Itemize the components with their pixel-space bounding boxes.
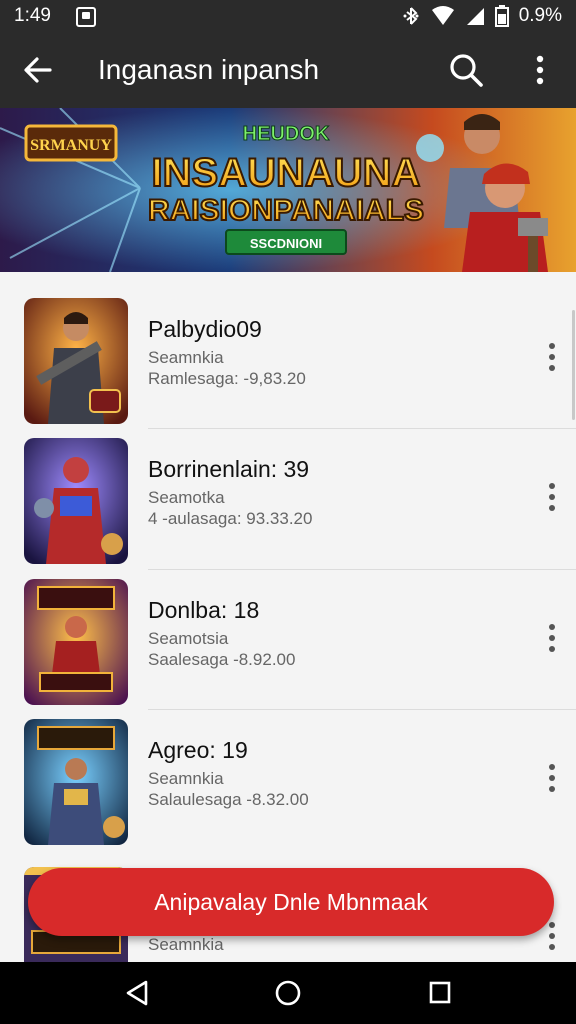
list-item[interactable]: Borrinenlain: 39 Seamotka 4 ‑aulasaga: 9…: [0, 412, 576, 564]
back-nav-icon[interactable]: [124, 979, 150, 1007]
kebab-icon[interactable]: [544, 623, 560, 653]
kebab-icon[interactable]: [544, 921, 560, 951]
status-time: 1:49: [14, 5, 51, 26]
game-thumbnail: [24, 438, 128, 564]
recents-nav-icon[interactable]: [428, 979, 452, 1007]
item-title: Donlba: 18: [148, 597, 260, 623]
item-title: Agreo: 19: [148, 737, 248, 763]
status-bar: 1:49 0.9%: [0, 0, 576, 32]
battery-icon: [494, 5, 509, 27]
item-title: Borrinenlain: 39: [148, 456, 310, 482]
item-title: Palbydio09: [148, 316, 262, 342]
kebab-icon[interactable]: [544, 342, 560, 372]
item-subtitle: Seamnkia: [148, 348, 224, 367]
promo-banner[interactable]: SRMANUY HEUDOK INSAUNAUNA RAISIONPANAIAL…: [0, 108, 576, 272]
back-arrow-icon[interactable]: [22, 54, 54, 86]
primary-action-button[interactable]: Anipavalay Dnle Mbnmaak: [28, 868, 554, 936]
game-list: Palbydio09 Seamnkia Ramlesaga: ‑9,83.20 …: [0, 272, 576, 962]
search-icon[interactable]: [448, 52, 484, 88]
bluetooth-icon: [403, 7, 419, 25]
battery-percent: 0.9%: [518, 5, 562, 26]
scrollbar[interactable]: [572, 310, 575, 420]
list-item[interactable]: Palbydio09 Seamnkia Ramlesaga: ‑9,83.20: [0, 272, 576, 424]
more-vert-icon[interactable]: [528, 54, 552, 86]
banner-ribbon: SSCDNIONI: [250, 236, 322, 251]
item-subtitle: Seamotsia: [148, 629, 229, 648]
banner-badge: SRMANUY: [30, 137, 112, 154]
kebab-icon[interactable]: [544, 763, 560, 793]
home-nav-icon[interactable]: [274, 979, 302, 1007]
item-meta: 4 ‑aulasaga: 93.33.20: [148, 509, 313, 528]
game-thumbnail: [24, 719, 128, 845]
banner-tag: HEUDOK: [243, 123, 330, 145]
kebab-icon[interactable]: [544, 482, 560, 512]
page-title: Inganasn inpansh: [98, 54, 320, 85]
item-meta: Salaulesaga ‑8.32.00: [148, 790, 309, 809]
list-item[interactable]: Donlba: 18 Seamotsia Saalesaga ‑8.92.00: [0, 553, 576, 705]
status-icons: 0.9%: [401, 5, 562, 27]
item-subtitle: Seamotka: [148, 488, 225, 507]
game-thumbnail: [24, 579, 128, 705]
banner-headline-2: RAISIONPANAIALS: [148, 194, 424, 227]
game-thumbnail: [24, 298, 128, 424]
primary-action-label: Anipavalay Dnle Mbnmaak: [154, 888, 428, 915]
item-subtitle: Seamnkia: [148, 769, 224, 788]
item-meta: Ramlesaga: ‑9,83.20: [148, 369, 306, 388]
system-nav-bar: [0, 962, 576, 1024]
signal-icon: [466, 8, 484, 25]
item-meta: Saalesaga ‑8.92.00: [148, 650, 296, 669]
item-subtitle: Seamnkia: [148, 935, 224, 954]
app-bar: Inganasn inpansh: [0, 32, 576, 108]
banner-headline-1: INSAUNAUNA: [152, 151, 421, 195]
list-item[interactable]: Agreo: 19 Seamnkia Salaulesaga ‑8.32.00: [0, 693, 576, 845]
wifi-icon: [431, 6, 454, 25]
notification-icon: [76, 7, 96, 27]
